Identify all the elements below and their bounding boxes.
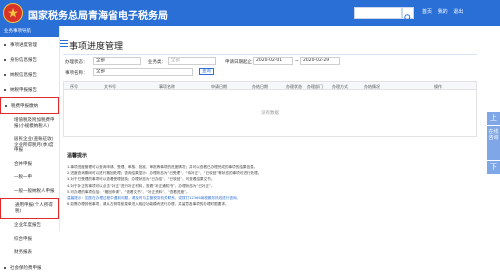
page-title: 事项进度管理 xyxy=(69,42,124,52)
floating-service-bar: 上 在线咨询 下 xyxy=(487,112,500,175)
category-select[interactable]: 全部 xyxy=(168,57,216,65)
matter-name-label: 事项名称： xyxy=(65,71,88,76)
title-divider xyxy=(63,54,477,55)
star-icon xyxy=(8,8,18,18)
sidebar-sub-one-tax[interactable]: 一税一申 xyxy=(0,171,59,185)
my-link[interactable]: 我的 xyxy=(438,9,448,15)
sidebar-sub-vat-small[interactable]: 增值税及附加税费申报(小规模纳税人) xyxy=(0,114,59,133)
search-icon xyxy=(404,14,412,22)
date-from-input[interactable]: 2020-02-01 xyxy=(253,57,293,65)
sidebar-item-declare-report[interactable]: 纳税申报报告 xyxy=(0,82,59,97)
site-title: 国家税务总局青海省电子税务局 xyxy=(28,11,168,22)
col-department: 办理部门 xyxy=(307,83,323,89)
col-result: 办结情况 xyxy=(364,83,380,89)
main-content: 事项进度管理 办理状态： 全部 业务类： 全部 申请日期起止： 2020-02-… xyxy=(60,26,483,231)
matter-name-select[interactable]: 全部 xyxy=(93,68,193,76)
sidebar-item-identity[interactable]: 身份信息报告 xyxy=(0,52,59,67)
sidebar-sub-annual[interactable]: 企业年度报告 xyxy=(0,219,59,233)
top-header: 国家税务总局青海省电子税务局 首页 我的 退出 xyxy=(0,0,500,26)
list-icon xyxy=(60,40,68,48)
sidebar-sub-corp-income[interactable]: 居民企业(查账征收)企业所得税月(季)度申报 xyxy=(0,133,59,158)
sidebar-head: 业务事项导航 xyxy=(0,26,59,37)
col-status: 办理状态 xyxy=(286,83,302,89)
sidebar-item-tax-payment[interactable]: 税费申报缴纳 xyxy=(0,97,59,114)
tips-panel: 温馨提示 1.事项进度管理可以查询申请、受理、审核、批准、审批等事项的进度情况；… xyxy=(67,152,477,207)
status-select[interactable]: 全部 xyxy=(93,57,141,65)
sidebar-sub-general[interactable]: 一般一般纳税人申报 xyxy=(0,185,59,199)
sidebar-item-tax-info[interactable]: 纳税信息报告 xyxy=(0,67,59,82)
table-empty-text: 没有数据 xyxy=(261,111,279,116)
header-search-input[interactable] xyxy=(354,7,402,19)
col-matter-name: 事项名称 xyxy=(159,83,175,89)
home-link[interactable]: 首页 xyxy=(422,9,432,15)
online-consult-button[interactable]: 在线咨询 xyxy=(487,126,500,160)
col-actions: 操作 xyxy=(434,83,442,89)
col-method: 办理方式 xyxy=(332,83,348,89)
progress-table: 序号 文书号 事项名称 申请日期 办结日期 办理状态 办理部门 办理方式 办结情… xyxy=(63,81,477,137)
sidebar: 业务事项导航 事项进度管理 身份信息报告 纳税信息报告 纳税申报报告 税费申报缴… xyxy=(0,26,60,271)
tips-title: 温馨提示 xyxy=(67,153,88,159)
header-links: 首页 我的 退出 xyxy=(422,8,467,15)
sidebar-item-progress[interactable]: 事项进度管理 xyxy=(0,37,59,52)
category-label: 业务类： xyxy=(148,60,166,65)
table-header: 序号 文书号 事项名称 申请日期 办结日期 办理状态 办理部门 办理方式 办结情… xyxy=(64,82,476,90)
date-separator: ~ xyxy=(295,59,299,64)
tax-emblem-logo xyxy=(3,3,23,23)
sidebar-sub-financial[interactable]: 财务报表 xyxy=(0,246,59,260)
col-finish-date: 办结日期 xyxy=(252,83,268,89)
logout-link[interactable]: 退出 xyxy=(453,9,463,15)
search-button[interactable] xyxy=(402,7,414,22)
date-range-label: 申请日期起止： xyxy=(225,60,257,65)
col-index: 序号 xyxy=(70,83,78,89)
sidebar-sub-comprehensive[interactable]: 综合申报 xyxy=(0,233,59,247)
query-button[interactable]: 查询 xyxy=(199,68,214,75)
status-label: 办理状态： xyxy=(65,60,88,65)
scroll-up-button[interactable]: 上 xyxy=(487,112,500,125)
sidebar-item-social-insurance[interactable]: 社会保险费申报 xyxy=(0,260,59,275)
col-apply-date: 申请日期 xyxy=(211,83,227,89)
tip-line: 6.如需办理其他事项，请从左侧导航菜单进入相应功能模块进行办理，并留意各事项的办… xyxy=(67,202,229,207)
col-doc-number: 文书号 xyxy=(104,83,116,89)
sidebar-sub-personal-income[interactable]: 通用申报(个人所得税) xyxy=(0,198,59,219)
sidebar-sub-merged[interactable]: 合并申报 xyxy=(0,158,59,172)
scroll-down-button[interactable]: 下 xyxy=(487,161,500,174)
date-to-input[interactable]: 2020-02-29 xyxy=(300,57,340,65)
